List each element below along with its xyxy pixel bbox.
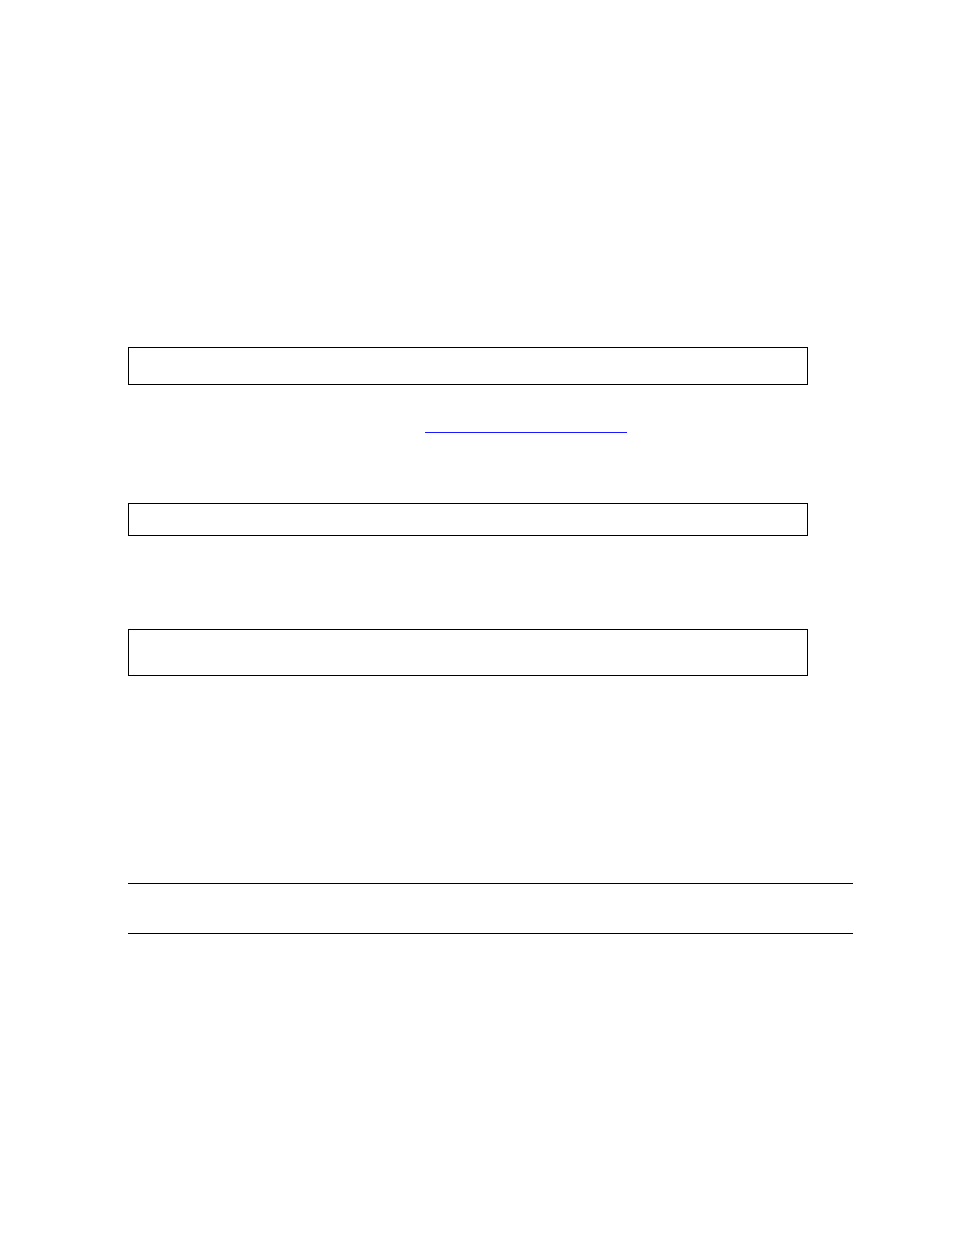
document-page [0,0,954,1235]
hyperlink-underline[interactable] [425,432,627,433]
horizontal-rule-2 [128,933,853,934]
horizontal-rule-1 [128,883,853,884]
bordered-box-2 [128,503,808,536]
bordered-box-3 [128,629,808,676]
bordered-box-1 [128,347,808,385]
